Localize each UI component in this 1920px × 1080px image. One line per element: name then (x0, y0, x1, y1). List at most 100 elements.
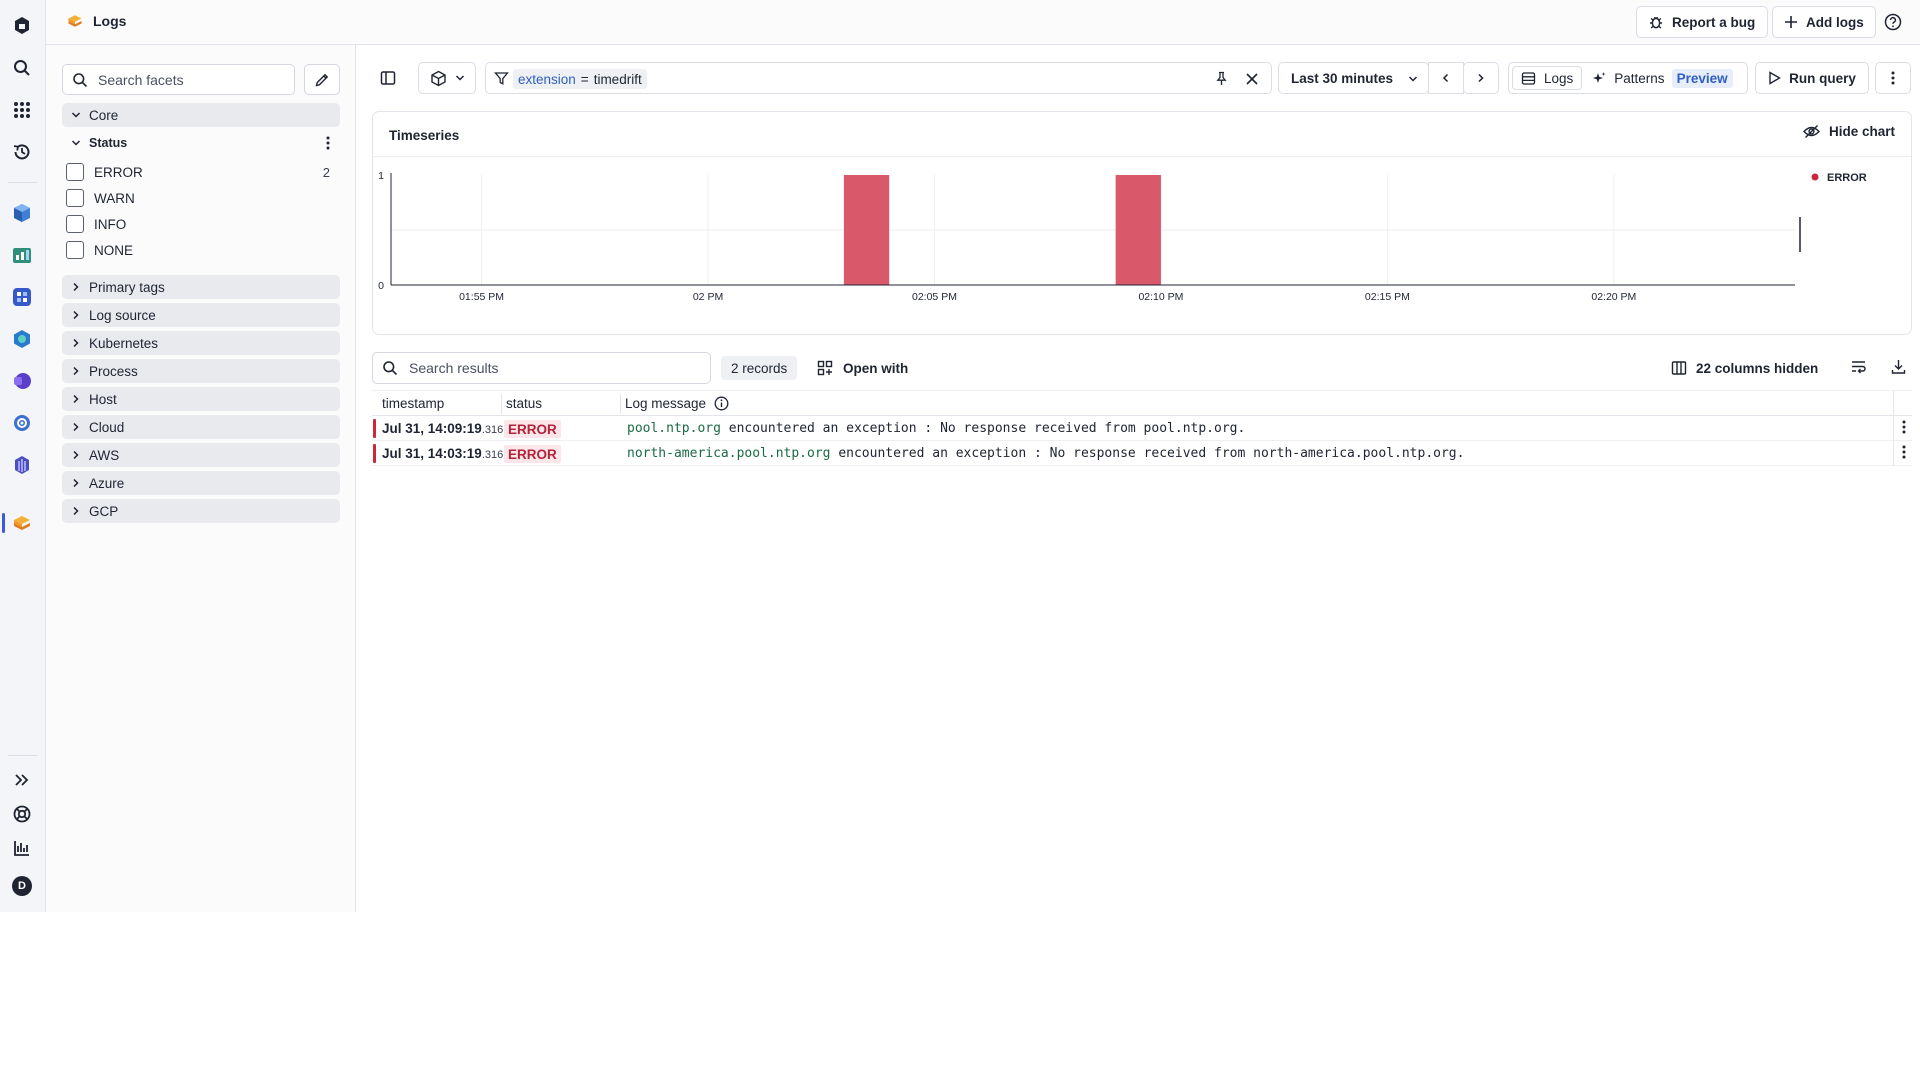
row-more-icon[interactable] (1902, 420, 1906, 434)
cube-icon (430, 70, 446, 86)
kubernetes-app-icon[interactable] (7, 324, 37, 354)
facet-subgroup-status[interactable]: Status (62, 132, 340, 154)
data-source-selector[interactable] (418, 62, 476, 94)
help-circle-icon[interactable] (1884, 13, 1902, 31)
facet-status-none[interactable]: NONE (66, 238, 336, 262)
log-message-host: pool.ntp.org (627, 421, 721, 436)
chevron-right-icon (73, 366, 79, 376)
timeframe-previous-button[interactable] (1428, 62, 1464, 94)
active-app-indicator (2, 513, 5, 533)
facet-group-azure[interactable]: Azure (62, 471, 340, 495)
eye-off-icon (1803, 125, 1820, 138)
facet-group-primary-tags[interactable]: Primary tags (62, 275, 340, 299)
open-with-label: Open with (843, 360, 909, 376)
column-resize-handle[interactable] (620, 394, 621, 414)
recent-history-icon[interactable] (7, 137, 37, 167)
facet-checkbox[interactable] (66, 241, 84, 259)
dynatrace-logo-icon[interactable] (7, 11, 37, 41)
dashboard-app-icon[interactable] (7, 282, 37, 312)
info-icon[interactable] (714, 396, 729, 411)
chevron-right-icon (73, 422, 79, 432)
facet-group-cloud[interactable]: Cloud (62, 415, 340, 439)
search-icon[interactable] (7, 53, 37, 83)
facet-status-info[interactable]: INFO (66, 212, 336, 236)
column-resize-handle[interactable] (501, 394, 502, 414)
timeframe-next-button[interactable] (1463, 62, 1499, 94)
column-header-timestamp[interactable]: timestamp (382, 396, 444, 411)
facet-status-warn[interactable]: WARN (66, 186, 336, 210)
columns-icon (1671, 361, 1687, 375)
chart-y-tick-label: 1 (378, 170, 384, 182)
column-header-status[interactable]: status (506, 396, 542, 411)
facet-checkbox[interactable] (66, 189, 84, 207)
extensions-app-icon[interactable] (7, 450, 37, 480)
chart-x-tick-label: 02 PM (693, 291, 723, 303)
notebook-app-icon[interactable] (7, 366, 37, 396)
filter-chip[interactable]: extension = timedrift (513, 69, 647, 89)
chart-x-tick-label: 02:20 PM (1591, 291, 1636, 303)
logs-app-icon[interactable] (7, 508, 37, 538)
toggle-facets-button[interactable] (370, 62, 406, 94)
app-rail: D (0, 0, 46, 912)
user-avatar[interactable]: D (7, 871, 37, 901)
facet-group-label: Primary tags (89, 279, 165, 295)
facet-group-aws[interactable]: AWS (62, 443, 340, 467)
facet-label: ERROR (94, 164, 143, 180)
app-title-label: Logs (93, 13, 127, 29)
log-message: north-america.pool.ntp.org encountered a… (627, 446, 1464, 461)
patterns-view-label: Patterns (1614, 70, 1665, 86)
results-search-input[interactable] (409, 360, 709, 376)
analytics-icon[interactable] (7, 833, 37, 863)
row-timestamp: Jul 31, 14:03:19.316 (382, 446, 503, 461)
facet-checkbox[interactable] (66, 163, 84, 181)
filter-bar[interactable]: extension = timedrift (485, 62, 1272, 94)
row-more-icon[interactable] (1902, 445, 1906, 459)
facet-group-gcp[interactable]: GCP (62, 499, 340, 523)
close-icon[interactable] (1245, 72, 1259, 86)
columns-hidden-button[interactable]: 22 columns hidden (1671, 356, 1818, 380)
facet-search-input[interactable] (98, 71, 288, 88)
log-message-text: encountered an exception : No response r… (830, 446, 1465, 461)
facet-checkbox[interactable] (66, 215, 84, 233)
patterns-view-tab[interactable]: Patterns Preview (1582, 66, 1742, 90)
help-lifebuoy-icon[interactable] (7, 799, 37, 829)
facets-panel: Core Status ERROR 2 WARN INFO NONE Prima… (46, 45, 356, 912)
top-bar: Logs Report a bug Add logs (46, 0, 1920, 45)
add-logs-button[interactable]: Add logs (1772, 6, 1876, 38)
logs-view-tab[interactable]: Logs (1512, 66, 1583, 90)
run-query-button[interactable]: Run query (1755, 62, 1869, 94)
pin-icon[interactable] (1214, 71, 1229, 86)
timeframe-selector[interactable]: Last 30 minutes (1278, 62, 1429, 94)
expand-rail-icon[interactable] (7, 765, 37, 795)
column-header-log-message[interactable]: Log message (625, 396, 729, 411)
line-wrap-icon[interactable] (1850, 358, 1867, 375)
results-search-box[interactable] (372, 352, 711, 384)
facet-group-core[interactable]: Core (62, 103, 340, 127)
edit-facets-button[interactable] (304, 64, 340, 95)
report-bug-button[interactable]: Report a bug (1636, 6, 1768, 38)
chart-y-tick-label: 0 (378, 280, 384, 292)
settings-app-icon[interactable] (7, 408, 37, 438)
chevron-down-icon (455, 75, 464, 81)
timestamp-ms: .316 (481, 424, 504, 436)
facet-label: INFO (94, 216, 127, 232)
open-with-button[interactable]: Open with (817, 356, 908, 380)
cube-app-icon[interactable] (7, 198, 37, 228)
apps-grid-icon[interactable] (7, 95, 37, 125)
table-row[interactable]: Jul 31, 14:03:19.316 ERROR north-america… (372, 441, 1912, 466)
log-message-host: north-america.pool.ntp.org (627, 446, 831, 461)
facet-group-kubernetes[interactable]: Kubernetes (62, 331, 340, 355)
facet-group-process[interactable]: Process (62, 359, 340, 383)
hide-chart-button[interactable]: Hide chart (1803, 124, 1895, 139)
download-icon[interactable] (1890, 358, 1907, 375)
facet-group-host[interactable]: Host (62, 387, 340, 411)
more-options-button[interactable] (1875, 62, 1911, 94)
facet-group-log-source[interactable]: Log source (62, 303, 340, 327)
facet-search-box[interactable] (62, 64, 295, 95)
chart-legend-swatch (1811, 173, 1819, 181)
search-icon (73, 72, 88, 87)
facet-status-error[interactable]: ERROR 2 (66, 160, 336, 184)
chart-app-icon[interactable] (7, 240, 37, 270)
more-vertical-icon[interactable] (326, 136, 330, 150)
table-row[interactable]: Jul 31, 14:09:19.316 ERROR pool.ntp.org … (372, 416, 1912, 441)
